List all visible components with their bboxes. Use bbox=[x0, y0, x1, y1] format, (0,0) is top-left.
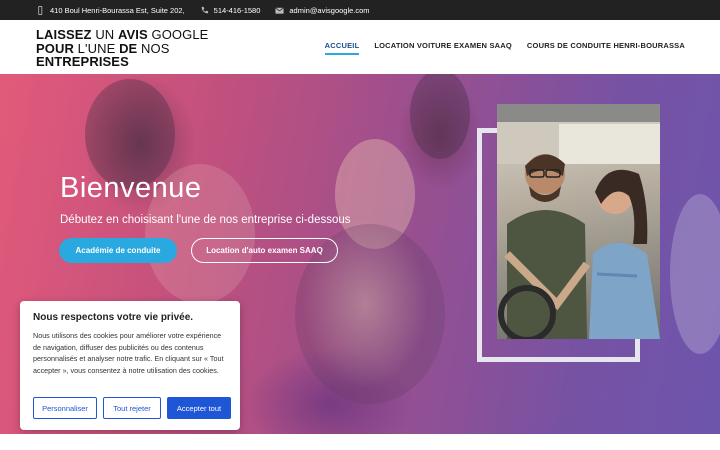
logo-line-3: ENTREPRISES bbox=[36, 55, 208, 69]
email-item[interactable]: admin@avisgoogle.com bbox=[275, 5, 370, 15]
nav-item-location-voiture[interactable]: LOCATION VOITURE EXAMEN SAAQ bbox=[374, 41, 512, 55]
phone-text: 514-416-1580 bbox=[213, 5, 261, 15]
email-text: admin@avisgoogle.com bbox=[289, 5, 370, 15]
cookie-text: Nous utilisons des cookies pour améliore… bbox=[33, 331, 224, 375]
logo-line-2: POUR L'UNE DE NOS bbox=[36, 40, 208, 56]
cookie-button-group: Personnaliser Tout rejeter Accepter tout bbox=[33, 397, 231, 419]
accept-all-button[interactable]: Accepter tout bbox=[167, 397, 231, 419]
customize-button[interactable]: Personnaliser bbox=[33, 397, 97, 419]
site-logo[interactable]: LAISSEZ UN AVIS GOOGLE POUR L'UNE DE NOS… bbox=[36, 28, 208, 69]
phone-item[interactable]: 514-416-1580 bbox=[200, 5, 261, 15]
driving-lesson-photo bbox=[497, 104, 660, 339]
mail-icon bbox=[275, 7, 285, 14]
hero-title: Bienvenue bbox=[60, 172, 202, 204]
address-text: 410 Boul Henri-Bourassa Est, Suite 202, bbox=[50, 5, 185, 15]
address-item: 410 Boul Henri-Bourassa Est, Suite 202, bbox=[36, 6, 185, 15]
saaq-car-rental-button[interactable]: Location d'auto examen SAAQ bbox=[191, 238, 338, 263]
hero-subtitle: Débutez en choisisant l'une de nos entre… bbox=[60, 214, 351, 226]
nav-item-accueil[interactable]: ACCUEIL bbox=[324, 41, 360, 55]
logo-word: ENTREPRISES bbox=[36, 54, 129, 69]
cookie-consent-banner: Nous respectons votre vie privée. Nous u… bbox=[20, 301, 240, 430]
main-nav: ACCUEIL LOCATION VOITURE EXAMEN SAAQ COU… bbox=[324, 41, 685, 55]
cookie-title: Nous respectons votre vie privée. bbox=[33, 312, 194, 323]
page-bottom-strip bbox=[0, 434, 720, 450]
driving-lesson-illustration bbox=[497, 104, 660, 339]
top-info-bar: 410 Boul Henri-Bourassa Est, Suite 202, … bbox=[0, 0, 720, 20]
logo-line-1: LAISSEZ UN AVIS GOOGLE bbox=[36, 28, 208, 42]
logo-word: NOS bbox=[137, 40, 170, 56]
site-header: LAISSEZ UN AVIS GOOGLE POUR L'UNE DE NOS… bbox=[0, 20, 720, 74]
phone-icon bbox=[201, 6, 208, 13]
map-pin-icon bbox=[38, 5, 43, 15]
driving-academy-button[interactable]: Académie de conduite bbox=[59, 238, 177, 263]
nav-item-cours-de-conduite[interactable]: COURS DE CONDUITE HENRI-BOURASSA bbox=[527, 41, 685, 55]
reject-all-button[interactable]: Tout rejeter bbox=[103, 397, 161, 419]
